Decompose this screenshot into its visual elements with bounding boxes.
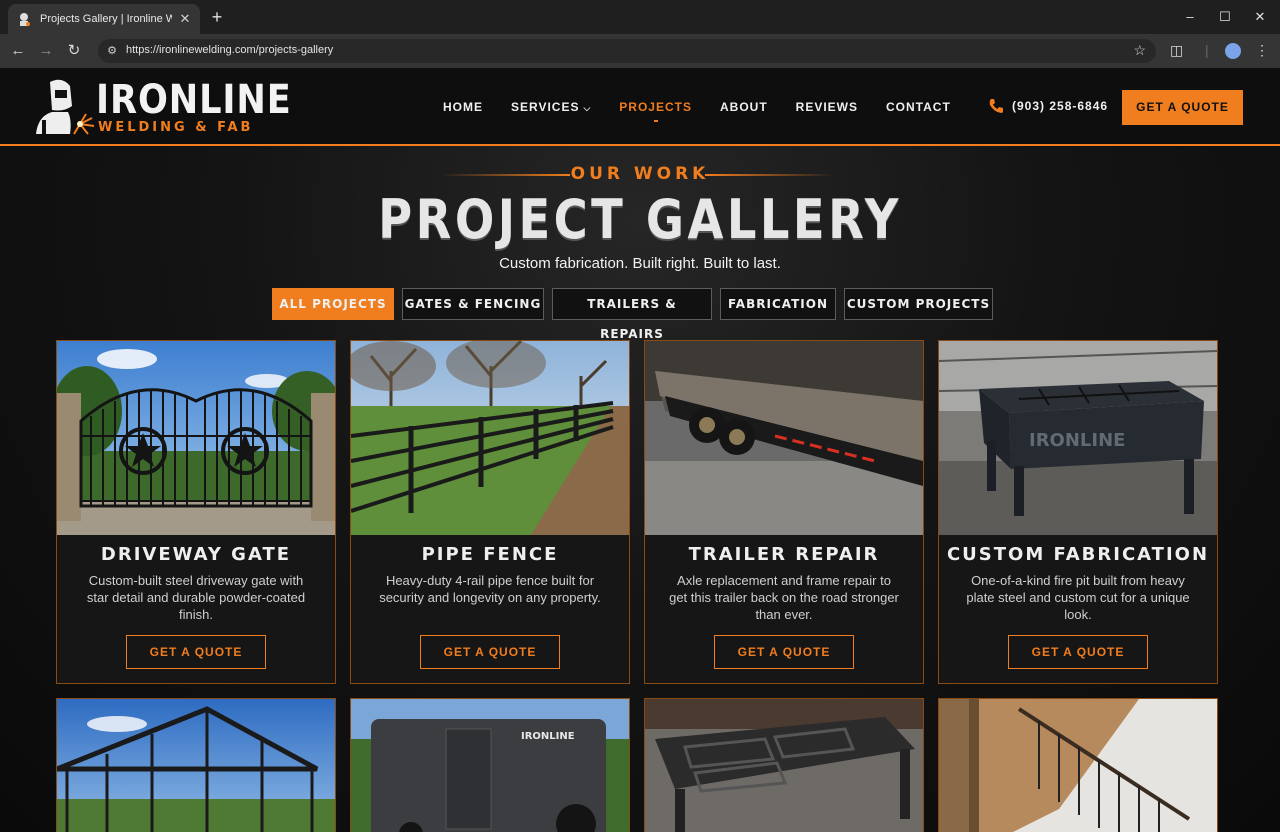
main-navigation: HOME SERVICES ⌵ PROJECTS ABOUT REVIEWS CO… <box>443 100 979 122</box>
url-text: https://ironlinewelding.com/projects-gal… <box>126 44 334 56</box>
project-card-pipe-fence: PIPE FENCE Heavy-duty 4-rail pipe fence … <box>350 340 630 684</box>
header-get-quote-button[interactable]: GET A QUOTE <box>1122 90 1243 125</box>
nav-contact[interactable]: CONTACT <box>886 100 951 114</box>
trailer-repair-photo[interactable] <box>645 341 923 535</box>
page-subtitle: Custom fabrication. Built right. Built t… <box>499 255 781 272</box>
card-title: TRAILER REPAIR <box>688 544 880 565</box>
stair-railing-photo[interactable] <box>939 699 1217 832</box>
extensions-icon[interactable]: ◫ <box>1170 42 1183 59</box>
tab-title: Projects Gallery | Ironline Welding <box>40 13 172 25</box>
nav-projects[interactable]: PROJECTS <box>619 100 692 122</box>
card-get-quote-button[interactable]: GET A QUOTE <box>126 635 266 669</box>
project-card-steel-frame <box>644 698 924 832</box>
trailer-decal: IRONLINE <box>521 731 575 742</box>
ironline-logo[interactable]: IRONLINE WELDING & FAB <box>28 76 291 138</box>
card-description: One-of-a-kind fire pit built from heavy … <box>966 573 1190 622</box>
browser-toolbar: ← → ↻ ⚙ https://ironlinewelding.com/proj… <box>0 34 1280 68</box>
page-title: PROJECT GALLERY <box>378 188 902 251</box>
bookmark-star-icon[interactable]: ☆ <box>1133 42 1146 59</box>
forward-icon[interactable]: → <box>36 41 56 61</box>
browser-tabstrip: Projects Gallery | Ironline Welding ✕ + … <box>0 0 1280 34</box>
nav-home[interactable]: HOME <box>443 100 483 114</box>
minimize-icon[interactable]: – <box>1180 8 1200 26</box>
close-tab-icon[interactable]: ✕ <box>178 11 192 27</box>
profile-avatar-icon[interactable] <box>1225 43 1241 59</box>
project-card-trailer-repair: TRAILER REPAIR Axle replacement and fram… <box>644 340 924 684</box>
phone-link[interactable]: (903) 258-6846 <box>988 98 1108 114</box>
card-description: Axle replacement and frame repair to get… <box>669 573 899 622</box>
site-header: IRONLINE WELDING & FAB HOME SERVICES ⌵ PR… <box>0 68 1280 146</box>
card-get-quote-button[interactable]: GET A QUOTE <box>420 635 560 669</box>
phone-number: (903) 258-6846 <box>1012 99 1109 113</box>
fire-pit-lettering: IRONLINE <box>1029 430 1125 451</box>
card-get-quote-button[interactable]: GET A QUOTE <box>714 635 854 669</box>
steel-frame-photo[interactable] <box>645 699 923 832</box>
custom-fabrication-photo[interactable]: IRONLINE <box>939 341 1217 535</box>
nav-services[interactable]: SERVICES ⌵ <box>511 100 591 114</box>
filter-custom-projects[interactable]: CUSTOM PROJECTS <box>844 288 993 320</box>
enclosed-trailer-photo[interactable]: IRONLINE <box>351 699 629 832</box>
address-bar[interactable]: ⚙ https://ironlinewelding.com/projects-g… <box>98 39 1156 63</box>
filter-fabrication[interactable]: FABRICATION <box>720 288 836 320</box>
close-window-icon[interactable]: ✕ <box>1250 8 1270 26</box>
card-title: DRIVEWAY GATE <box>100 544 292 565</box>
project-card-custom-fabrication: IRONLINE CUSTOM FABRICATION One-of-a-kin… <box>938 340 1218 684</box>
nav-about[interactable]: ABOUT <box>720 100 768 114</box>
card-title: CUSTOM FABRICATION <box>946 544 1210 565</box>
new-tab-icon[interactable]: + <box>208 8 226 26</box>
filter-all-projects[interactable]: ALL PROJECTS <box>272 288 394 320</box>
project-card-carport <box>56 698 336 832</box>
card-title: PIPE FENCE <box>421 544 559 565</box>
eyebrow-rule-right <box>705 174 835 176</box>
logo-tagline: WELDING & FAB <box>98 120 254 135</box>
welder-favicon-icon <box>20 13 30 26</box>
card-description: Custom-built steel driveway gate with st… <box>86 573 306 622</box>
toolbar-divider: | <box>1205 42 1209 58</box>
filter-trailers-repairs[interactable]: TRAILERS & REPAIRS <box>552 288 712 341</box>
filter-gates-fencing[interactable]: GATES & FENCING <box>402 288 544 320</box>
phone-icon <box>989 99 1003 113</box>
maximize-icon[interactable]: ☐ <box>1215 8 1235 26</box>
logo-name: IRONLINE <box>96 77 292 123</box>
pipe-fence-photo[interactable] <box>351 341 629 535</box>
nav-reviews[interactable]: REVIEWS <box>796 100 858 114</box>
chevron-down-icon: ⌵ <box>583 103 592 113</box>
project-card-stair-railing <box>938 698 1218 832</box>
browser-menu-icon[interactable]: ⋮ <box>1255 42 1269 59</box>
reload-icon[interactable]: ↻ <box>64 41 84 61</box>
site-info-icon[interactable]: ⚙ <box>104 43 120 59</box>
carport-photo[interactable] <box>57 699 335 832</box>
section-eyebrow: OUR WORK <box>570 164 710 184</box>
driveway-gate-photo[interactable] <box>57 341 335 535</box>
nav-services-label: SERVICES <box>511 100 580 114</box>
card-description: Heavy-duty 4-rail pipe fence built for s… <box>379 573 601 605</box>
back-icon[interactable]: ← <box>8 41 28 61</box>
project-card-driveway-gate: DRIVEWAY GATE Custom-built steel drivewa… <box>56 340 336 684</box>
card-get-quote-button[interactable]: GET A QUOTE <box>1008 635 1148 669</box>
project-card-enclosed-trailer: IRONLINE <box>350 698 630 832</box>
project-filters: ALL PROJECTS GATES & FENCING TRAILERS & … <box>272 288 993 341</box>
website: IRONLINE WELDING & FAB HOME SERVICES ⌵ PR… <box>0 68 1280 832</box>
browser-tab[interactable]: Projects Gallery | Ironline Welding ✕ <box>8 4 200 34</box>
welder-mascot-icon <box>36 79 94 135</box>
